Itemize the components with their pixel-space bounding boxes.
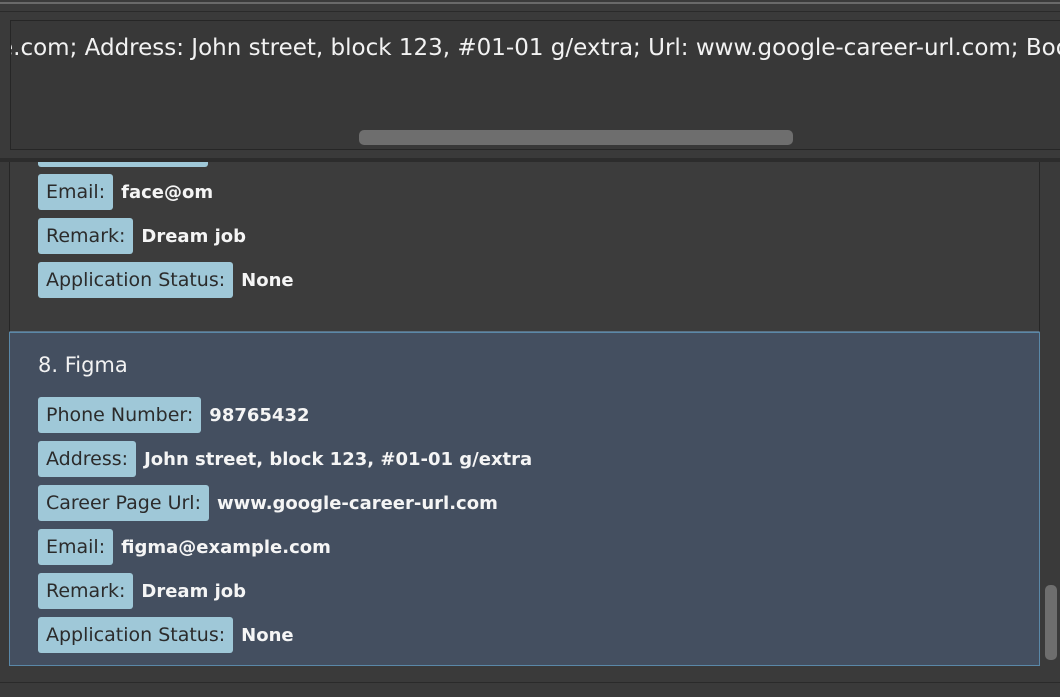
field-value: face@om — [121, 181, 214, 203]
field-label: Application Status: — [38, 262, 234, 298]
field-value: None — [241, 269, 294, 291]
field-row-phone: Phone Number: 98765432 — [38, 397, 310, 433]
field-row-email: Email: figma@example.com — [38, 529, 331, 565]
horizontal-scrollbar-thumb[interactable] — [359, 130, 793, 145]
field-label-partial — [38, 162, 208, 167]
field-label: Remark: — [38, 573, 134, 609]
field-label: Career Page Url: — [38, 485, 209, 521]
field-value: None — [241, 624, 294, 646]
field-label: Address: — [38, 441, 137, 477]
field-row-email: Email: face@om — [38, 174, 213, 210]
list-item-selected[interactable]: 8. Figma Phone Number: 98765432 Address:… — [9, 332, 1040, 666]
command-box-edge — [0, 0, 1060, 12]
vertical-scrollbar-thumb[interactable] — [1045, 585, 1057, 660]
field-row-remark: Remark: Dream job — [38, 218, 246, 254]
company-list-panel[interactable]: Email: face@om Remark: Dream job Applica… — [0, 162, 1060, 682]
status-bar — [0, 682, 1060, 697]
result-display-text: e.com; Address: John street, block 123, … — [10, 35, 1060, 61]
field-label: Application Status: — [38, 617, 234, 653]
field-row-career-url: Career Page Url: www.google-career-url.c… — [38, 485, 498, 521]
field-value: www.google-career-url.com — [216, 492, 498, 514]
divider — [0, 2, 1060, 4]
field-row-remark: Remark: Dream job — [38, 573, 246, 609]
result-display[interactable]: e.com; Address: John street, block 123, … — [10, 20, 1060, 150]
field-row-application-status: Application Status: None — [38, 617, 294, 653]
field-label: Remark: — [38, 218, 134, 254]
field-value: Dream job — [141, 225, 247, 247]
field-value: 98765432 — [209, 404, 310, 426]
app-window: e.com; Address: John street, block 123, … — [0, 0, 1060, 697]
field-row-address: Address: John street, block 123, #01-01 … — [38, 441, 532, 477]
company-title: 8. Figma — [38, 353, 128, 377]
field-row-application-status: Application Status: None — [38, 262, 294, 298]
field-label: Email: — [38, 174, 114, 210]
field-label: Phone Number: — [38, 397, 202, 433]
field-value: John street, block 123, #01-01 g/extra — [144, 448, 533, 470]
field-value: Dream job — [141, 580, 247, 602]
list-item-previous[interactable]: Email: face@om Remark: Dream job Applica… — [9, 162, 1040, 332]
field-value: figma@example.com — [121, 536, 331, 558]
field-label: Email: — [38, 529, 114, 565]
